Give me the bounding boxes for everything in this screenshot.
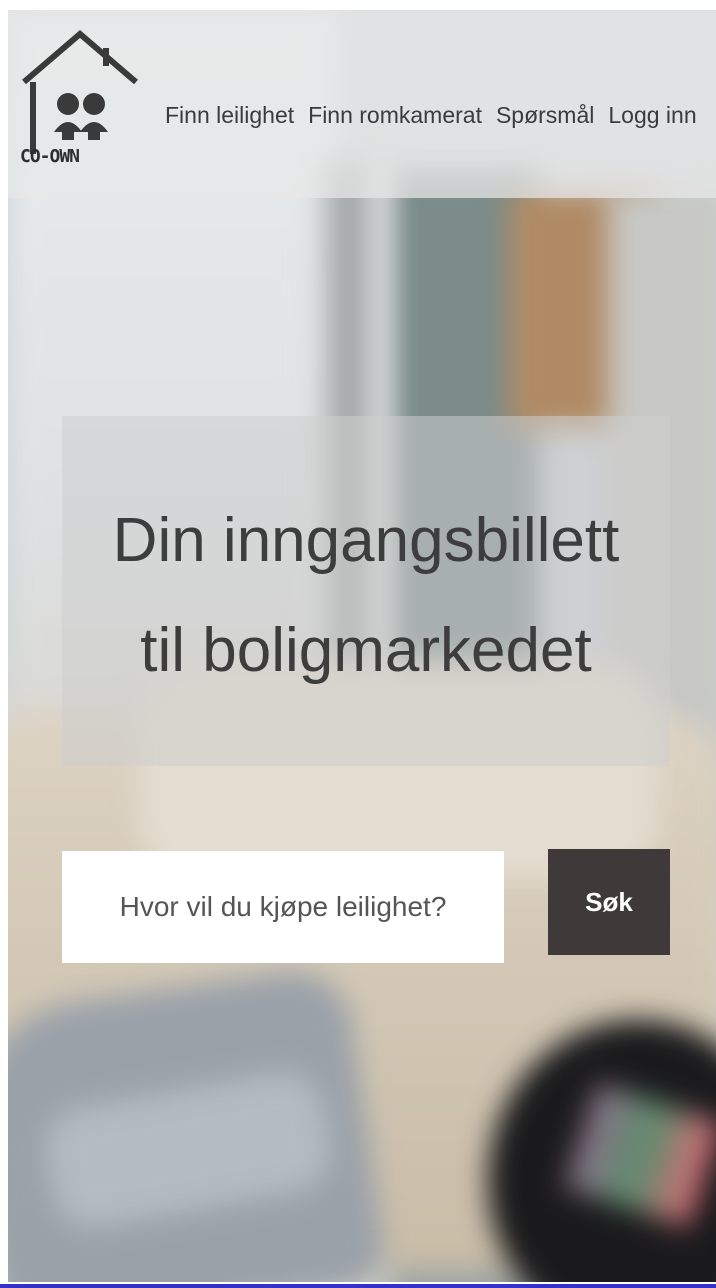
nav-item-finn-leilighet[interactable]: Finn leilighet <box>165 102 294 129</box>
hero-title-line-2: til boligmarkedet <box>140 616 592 685</box>
nav-item-logg-inn[interactable]: Logg inn <box>608 102 696 129</box>
hero-headline-box: Din inngangsbillett til boligmarkedet <box>62 416 670 766</box>
bottom-edge <box>0 1284 716 1288</box>
nav-item-finn-romkamerat[interactable]: Finn romkamerat <box>308 102 482 129</box>
logo-text: CO-OWN <box>20 146 80 167</box>
page: CO-OWN Finn leilighet Finn romkamerat Sp… <box>0 0 716 1288</box>
logo[interactable]: CO-OWN <box>20 24 140 174</box>
search-input[interactable] <box>62 851 504 963</box>
site-header: CO-OWN Finn leilighet Finn romkamerat Sp… <box>8 10 716 198</box>
hero-title: Din inngangsbillett til boligmarkedet <box>62 486 670 706</box>
house-with-two-people-icon <box>22 30 138 154</box>
search-button[interactable]: Søk <box>548 849 670 955</box>
hero-title-line-1: Din inngangsbillett <box>112 506 620 575</box>
main-nav: Finn leilighet Finn romkamerat Spørsmål … <box>165 102 697 129</box>
nav-item-sporsmal[interactable]: Spørsmål <box>496 102 594 129</box>
